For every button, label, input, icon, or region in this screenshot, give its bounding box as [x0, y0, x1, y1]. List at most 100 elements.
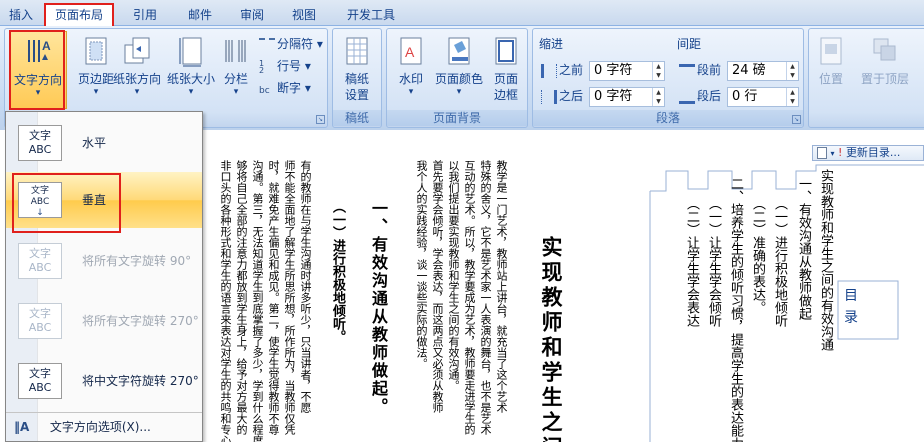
columns-label: 分栏 [223, 72, 248, 86]
position-button[interactable]: 位置 [811, 31, 851, 109]
bring-front-button[interactable]: 置于顶层 [853, 31, 917, 109]
page-setup-launcher-icon[interactable]: ↘ [316, 115, 325, 124]
page-border-label-2: 边框 [493, 88, 518, 102]
manuscript-settings-button[interactable]: 稿纸 设置 [333, 31, 381, 109]
breaks-label: 分隔符 ▾ [277, 37, 323, 51]
spacing-after-input[interactable]: 0 行 ▲ ▼ [727, 87, 799, 107]
tab-mailings[interactable]: 邮件 [172, 5, 228, 25]
paper-size-icon [176, 35, 206, 67]
indent-after-label: 之后 [541, 87, 583, 105]
tab-insert[interactable]: 插入 [0, 5, 42, 25]
line-numbers-label: 行号 ▾ [277, 59, 311, 73]
bring-front-icon [870, 35, 900, 67]
arrange-group: 位置 置于顶层 [808, 28, 924, 128]
toc-entry-6[interactable]: （二）让学生学会表达 [682, 197, 701, 442]
text-direction-options-item[interactable]: ‖A 文字方向选项(X)... [6, 415, 202, 439]
menu-item-label: 水平 [82, 136, 107, 150]
para-body-line-1: 有的教师在与学生沟通时讲多听少，只当讲者，不愿 [299, 160, 312, 413]
manuscript-group: 稿纸 设置 稿纸 [332, 28, 382, 128]
tab-references[interactable]: 引用 [120, 5, 170, 25]
toc-entry-1[interactable]: 一、有效沟通从教师做起 [794, 177, 813, 442]
watermark-label: 水印 [398, 72, 423, 86]
spinner-arrows-icon[interactable]: ▲ ▼ [652, 88, 664, 106]
page-color-arrow: ▾ [456, 87, 462, 97]
size-label: 纸张大小 [166, 72, 215, 86]
para-body-line-5: 够将自己全部的注意力都放到学生身上，给予对方最大的 [235, 160, 248, 435]
page-color-button[interactable]: 页面颜色 ▾ [431, 31, 487, 109]
toc-content-control[interactable]: ▾ ! 更新目录... 实现教师和学生之间的有效沟通 一、有效沟通从教师做起 （… [648, 145, 924, 442]
columns-icon [221, 35, 251, 67]
menu-item-label: 将中文字符旋转 270° [82, 374, 199, 388]
toc-title-partial: 实现教师和学生之间的有效沟通 [818, 169, 833, 351]
indent-after-input[interactable]: 0 字符 ▲ ▼ [589, 87, 665, 107]
manuscript-label-2: 设置 [344, 88, 369, 102]
spacing-header: 间距 [677, 37, 702, 51]
para-intro-line-3: 互动的艺术。所以，教学要成为艺术，教师要走进学生的 [463, 160, 476, 435]
indent-header: 缩进 [539, 37, 564, 51]
orientation-icon [122, 35, 152, 67]
size-arrow: ▾ [188, 87, 194, 97]
para-intro-line-6: 我个人的实践经验，谈一谈些实际的做法。 [415, 160, 428, 369]
toc-entry-3[interactable]: （二）准确的表达。 [748, 197, 767, 442]
indent-right-icon [541, 89, 557, 104]
highlight-vertical-option [12, 173, 121, 233]
tab-review[interactable]: 审阅 [228, 5, 276, 25]
para-intro-line-5: 首先要学会倾听，学会表达，而这两点又必须从教师 [431, 160, 444, 413]
tab-page-layout[interactable]: 页面布局 [44, 3, 114, 26]
toc-tab-label[interactable]: 目 录 [844, 285, 864, 329]
page-background-group-title: 页面背景 [387, 110, 527, 126]
paragraph-launcher-icon[interactable]: ↘ [792, 115, 801, 124]
ribbon-tab-bar: 插入 页面布局 引用 邮件 审阅 视图 开发工具 [0, 0, 924, 26]
size-button[interactable]: 纸张大小 ▾ [163, 31, 219, 109]
indent-before-label: 之前 [541, 61, 583, 79]
watermark-arrow: ▾ [408, 87, 414, 97]
tab-view[interactable]: 视图 [280, 5, 328, 25]
bring-front-label: 置于顶层 [860, 72, 909, 86]
toc-doc-icon[interactable] [817, 147, 827, 159]
hyphenation-label: 断字 ▾ [277, 81, 311, 95]
heading-1: 一、有效沟通从教师做起。 [369, 200, 388, 416]
page-border-label-1: 页面 [493, 72, 518, 86]
watermark-icon: A [396, 35, 426, 67]
manuscript-group-title: 稿纸 [333, 110, 381, 126]
text-direction-options-label: 文字方向选项(X)... [49, 420, 151, 434]
document-title: 实现教师和学生之间 [539, 236, 563, 442]
page-color-icon [444, 35, 474, 67]
spinner-arrows-icon[interactable]: ▲ ▼ [652, 62, 664, 80]
watermark-button[interactable]: A 水印 ▾ [389, 31, 433, 109]
tab-developer[interactable]: 开发工具 [336, 5, 406, 25]
para-intro-line-1: 教学是一门艺术，教师站上讲台，就充当了这个艺术 [495, 160, 508, 413]
manuscript-label-1: 稿纸 [344, 72, 369, 86]
spacing-after-label: 段后 [679, 87, 721, 105]
rotate-chinese-270-icon: 文字 ABC [18, 363, 62, 399]
breaks-icon [259, 37, 275, 52]
toc-entry-5[interactable]: （一）让学生学会倾听 [704, 197, 723, 442]
horizontal-text-icon: 文字 ABC [18, 125, 62, 161]
page-color-label: 页面颜色 [434, 72, 483, 86]
margins-icon [81, 35, 111, 67]
orientation-label: 纸张方向 [112, 72, 161, 86]
toc-toolbar: ▾ ! 更新目录... [812, 145, 924, 161]
text-direction-menu: 文字 ABC 水平 文字 ABC ↓ 垂直 文字 ABC 将所有文字旋转 90° 文字 A… [5, 111, 203, 442]
columns-button[interactable]: 分栏 ▾ [217, 31, 255, 109]
line-numbers-button[interactable]: 1 2 行号 ▾ [259, 57, 311, 75]
toc-entry-2[interactable]: （一）进行积极地倾听 [770, 197, 789, 442]
hyphenation-button[interactable]: bc 断字 ▾ [259, 79, 311, 97]
spacing-before-label: 段前 [679, 61, 721, 79]
page-border-button[interactable]: 页面 边框 [485, 31, 527, 109]
text-direction-options-icon: ‖A [14, 420, 30, 434]
indent-before-input[interactable]: 0 字符 ▲ ▼ [589, 61, 665, 81]
menu-item-rotate-chinese-270[interactable]: 文字 ABC 将中文字符旋转 270° [6, 353, 202, 409]
rotate-90-icon: 文字 ABC [18, 243, 62, 279]
toc-entry-4[interactable]: 二、培养学生的倾听习惯，提高学生的表达能力。 [726, 177, 745, 442]
update-toc-icon: ! [838, 146, 843, 159]
spinner-arrows-icon[interactable]: ▲ ▼ [786, 62, 798, 80]
breaks-button[interactable]: 分隔符 ▾ [259, 35, 323, 53]
orientation-arrow: ▾ [134, 87, 140, 97]
toc-dropdown-icon[interactable]: ▾ [831, 149, 835, 158]
menu-item-horizontal[interactable]: 文字 ABC 水平 [6, 115, 202, 171]
spinner-arrows-icon[interactable]: ▲ ▼ [786, 88, 798, 106]
update-toc-button[interactable]: 更新目录... [846, 146, 901, 159]
spacing-before-input[interactable]: 24 磅 ▲ ▼ [727, 61, 799, 81]
orientation-button[interactable]: 纸张方向 ▾ [109, 31, 165, 109]
